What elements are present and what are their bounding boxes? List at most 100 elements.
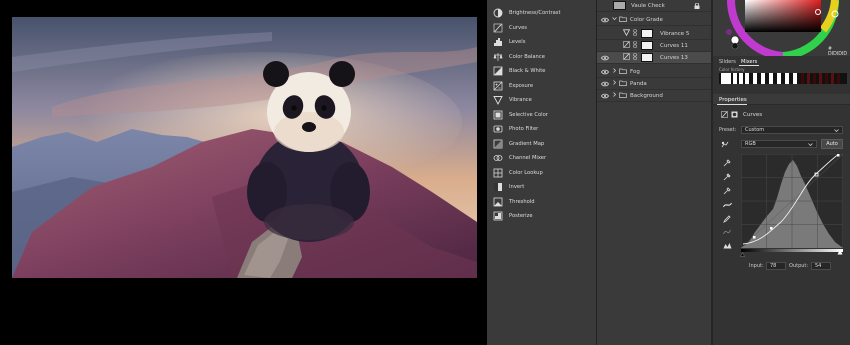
black-white-icon: [493, 66, 503, 76]
folder-icon: [619, 16, 627, 24]
document-canvas[interactable]: [0, 0, 487, 345]
vibrance-icon: [622, 29, 631, 38]
targeted-adjustment-icon[interactable]: [721, 141, 729, 150]
layer-row-vibrance-5[interactable]: Vibrance 5: [597, 28, 711, 40]
eye-icon[interactable]: [601, 80, 609, 88]
layer-name: Curves 11: [660, 42, 688, 49]
output-value-field[interactable]: 54: [811, 262, 831, 270]
eye-icon[interactable]: [601, 54, 609, 62]
adjustment-item[interactable]: Posterize: [493, 210, 533, 222]
adjustment-item[interactable]: Channel Mixer: [493, 152, 546, 164]
color-balance-icon: [493, 52, 503, 62]
folder-icon: [619, 68, 627, 76]
adjustment-label: Color Lookup: [509, 169, 543, 176]
threshold-icon: [493, 197, 503, 207]
chevron-down-icon: [808, 142, 813, 149]
chevron-right-icon[interactable]: [612, 92, 617, 99]
adjustment-item[interactable]: Invert: [493, 181, 524, 193]
smooth-curve-icon[interactable]: [722, 227, 732, 237]
gradient-map-icon: [493, 139, 503, 149]
adjustment-label: Threshold: [509, 198, 535, 205]
mask-icon[interactable]: [731, 111, 738, 120]
preset-dropdown[interactable]: Custom: [741, 126, 843, 134]
adjustment-item[interactable]: Exposure: [493, 80, 533, 92]
curves-graph[interactable]: [740, 153, 844, 249]
curve-point[interactable]: [837, 154, 840, 157]
adjustment-label: Black & White: [509, 68, 546, 74]
color-history-label: Color history: [719, 67, 745, 72]
adjustment-label: Curves: [509, 24, 528, 31]
eye-icon[interactable]: [601, 68, 609, 76]
auto-button[interactable]: Auto: [821, 139, 843, 149]
output-label: Output:: [789, 263, 809, 269]
invert-icon: [493, 182, 503, 192]
adjustment-item[interactable]: Color Lookup: [493, 167, 543, 179]
color-history-strip[interactable]: [719, 73, 847, 84]
draw-pencil-icon[interactable]: [722, 214, 732, 224]
layer-name: Background: [630, 92, 663, 99]
tab-sliders[interactable]: Sliders: [719, 59, 736, 65]
layer-row-curves-13[interactable]: Curves 13: [597, 52, 711, 64]
panel-title: Properties: [719, 97, 747, 103]
sample-gray-eyedropper-icon[interactable]: [722, 172, 732, 182]
layer-row-background[interactable]: Background: [597, 90, 711, 102]
adjustment-item[interactable]: Color Balance: [493, 51, 545, 63]
layer-name: Panda: [630, 80, 647, 87]
adjustment-item[interactable]: Threshold: [493, 196, 535, 208]
eye-icon[interactable]: [601, 16, 609, 24]
channel-mixer-icon: [493, 153, 503, 163]
curve-point[interactable]: [770, 227, 773, 230]
adjustment-item[interactable]: Brightness/Contrast: [493, 7, 561, 19]
eye-icon[interactable]: [601, 92, 609, 100]
adjustment-label: Color Balance: [509, 53, 545, 60]
edit-points-curve-icon[interactable]: [722, 200, 732, 210]
posterize-icon: [493, 211, 503, 221]
layer-row-curves-11[interactable]: Curves 11: [597, 40, 711, 52]
adjustment-item[interactable]: Selective Color: [493, 109, 548, 121]
layers-panel: Vaule Check Color Grade Vibrance 5 Curve…: [597, 0, 711, 345]
folder-icon: [619, 80, 627, 88]
curves-icon: [493, 23, 503, 33]
color-picker[interactable]: # DIDIDID: [723, 0, 848, 60]
adjustment-item[interactable]: Black & White: [493, 65, 545, 77]
layer-name: Vaule Check: [631, 2, 665, 9]
adjustment-item[interactable]: Curves: [493, 22, 527, 34]
adjustment-item[interactable]: Vibrance: [493, 94, 532, 106]
adjustment-item[interactable]: Levels: [493, 36, 525, 48]
selective-color-icon: [493, 110, 503, 120]
adjustment-label: Vibrance: [509, 97, 532, 103]
channel-dropdown[interactable]: RGB: [741, 140, 817, 148]
preset-value: Custom: [745, 127, 765, 133]
white-point-slider[interactable]: [837, 249, 843, 257]
chain-link-icon: [633, 41, 637, 50]
right-panels: # DIDIDID Sliders Mixers Color history P…: [711, 0, 850, 345]
input-value-field[interactable]: 78: [766, 262, 786, 270]
input-label: Input:: [749, 263, 764, 269]
chevron-right-icon[interactable]: [612, 68, 617, 75]
layer-row-vaule-check[interactable]: Vaule Check: [597, 0, 711, 12]
brightness-contrast-icon: [493, 8, 503, 18]
adjustment-label: Photo Filter: [509, 126, 539, 132]
layer-row-fog[interactable]: Fog: [597, 66, 711, 78]
clipping-warning-icon[interactable]: [722, 240, 732, 250]
curves-icon: [623, 53, 630, 62]
adjustment-name: Curves: [743, 112, 763, 118]
adjustment-label: Levels: [509, 39, 526, 45]
curve-point[interactable]: [753, 236, 756, 239]
chevron-right-icon[interactable]: [612, 80, 617, 87]
folder-icon: [619, 92, 627, 100]
panda-artwork-image[interactable]: [12, 17, 477, 278]
black-point-slider[interactable]: [740, 251, 745, 259]
layer-row-color-grade[interactable]: Color Grade: [597, 14, 711, 26]
chevron-down-icon[interactable]: [612, 16, 617, 23]
adjustment-item[interactable]: Gradient Map: [493, 138, 544, 150]
layer-row-panda[interactable]: Panda: [597, 78, 711, 90]
chain-link-icon: [633, 29, 637, 38]
layer-name: Fog: [630, 68, 640, 75]
sample-white-eyedropper-icon[interactable]: [722, 158, 732, 168]
adjustment-label: Posterize: [509, 213, 533, 219]
adjustment-label: Channel Mixer: [509, 155, 547, 161]
exposure-icon: [493, 81, 503, 91]
adjustment-item[interactable]: Photo Filter: [493, 123, 538, 135]
sample-black-eyedropper-icon[interactable]: [722, 186, 732, 196]
